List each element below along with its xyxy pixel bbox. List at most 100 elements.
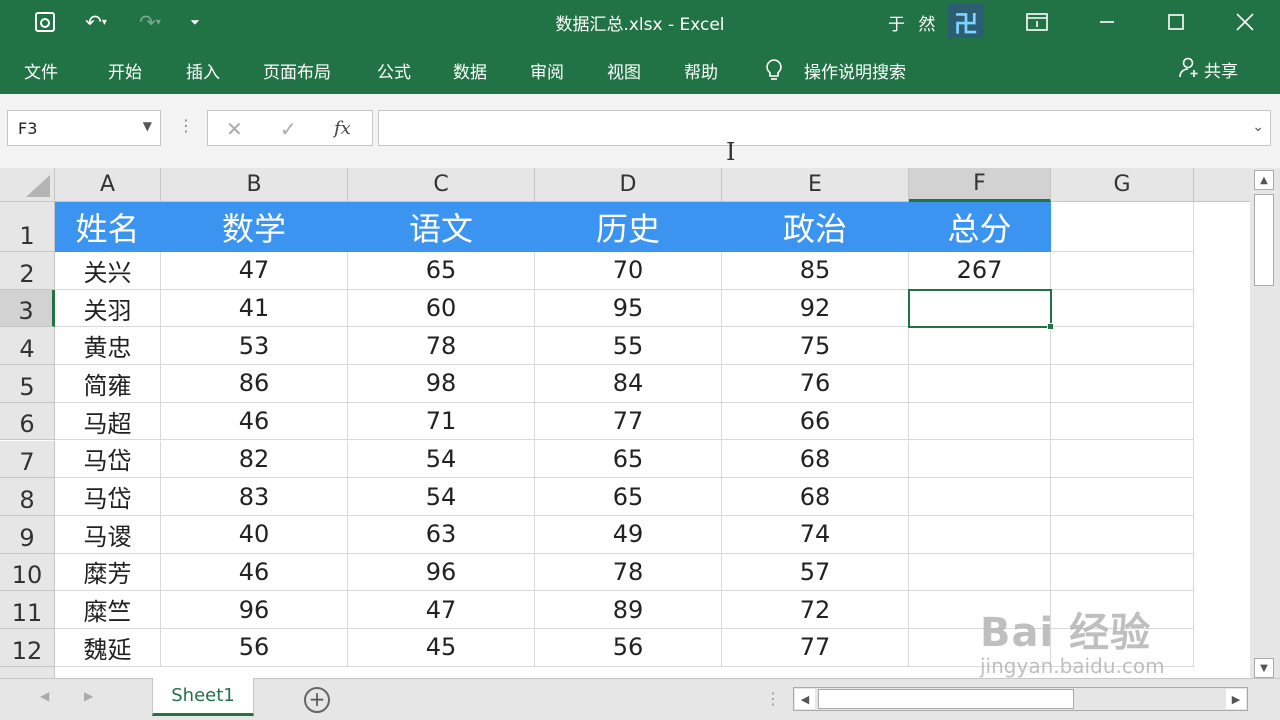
table-cell[interactable]: 47 <box>161 252 348 290</box>
table-cell[interactable] <box>1051 591 1194 629</box>
ribbon-display-options-icon[interactable] <box>1014 0 1060 44</box>
column-header-e[interactable]: E <box>722 168 909 202</box>
header-cell[interactable]: 政治 <box>722 202 909 252</box>
table-cell[interactable]: 77 <box>722 629 909 667</box>
table-cell[interactable]: 66 <box>722 402 909 441</box>
row-header-1[interactable]: 1 <box>0 202 55 252</box>
row-header-partial[interactable] <box>0 666 55 678</box>
table-cell[interactable]: 49 <box>535 515 722 554</box>
cancel-icon[interactable]: ✕ <box>226 117 243 141</box>
table-cell[interactable]: 47 <box>348 591 535 629</box>
table-cell[interactable]: 72 <box>722 591 909 629</box>
table-cell[interactable]: 65 <box>535 440 722 479</box>
table-cell[interactable]: 267 <box>909 252 1051 290</box>
row-header-10[interactable]: 10 <box>0 553 55 592</box>
table-cell[interactable]: 76 <box>722 365 909 403</box>
close-button[interactable] <box>1222 0 1268 44</box>
table-cell[interactable]: 78 <box>348 327 535 366</box>
tab-file[interactable]: 文件 <box>24 58 58 83</box>
maximize-button[interactable] <box>1153 0 1199 44</box>
table-cell[interactable] <box>909 327 1051 366</box>
select-all-button[interactable] <box>0 168 55 202</box>
vertical-scroll-thumb[interactable] <box>1254 194 1274 286</box>
table-cell[interactable] <box>909 591 1051 629</box>
table-cell[interactable]: 53 <box>161 327 348 366</box>
table-cell[interactable]: 85 <box>722 252 909 290</box>
header-cell[interactable]: 姓名 <box>55 202 161 252</box>
scroll-up-icon[interactable]: ▲ <box>1254 170 1274 190</box>
tab-review[interactable]: 审阅 <box>530 58 564 83</box>
horizontal-scroll-thumb[interactable] <box>818 689 1074 709</box>
row-header-6[interactable]: 6 <box>0 402 55 441</box>
row-header-12[interactable]: 12 <box>0 629 55 667</box>
table-cell[interactable]: 65 <box>348 252 535 290</box>
share-button[interactable]: 共享 <box>1178 56 1238 83</box>
table-cell[interactable]: 黄忠 <box>55 327 161 366</box>
column-header-g[interactable]: G <box>1051 168 1194 202</box>
table-cell[interactable]: 82 <box>161 440 348 479</box>
table-cell[interactable] <box>1051 327 1194 366</box>
enter-check-icon[interactable]: ✓ <box>280 117 297 141</box>
tab-page-layout[interactable]: 页面布局 <box>263 58 331 83</box>
table-cell[interactable] <box>1051 440 1194 479</box>
table-cell[interactable]: 马超 <box>55 402 161 441</box>
table-cell[interactable]: 65 <box>535 478 722 516</box>
table-cell[interactable]: 56 <box>161 629 348 667</box>
row-header-8[interactable]: 8 <box>0 478 55 516</box>
table-cell[interactable] <box>1051 478 1194 516</box>
chevron-down-icon[interactable]: ▼ <box>143 119 152 133</box>
add-sheet-icon[interactable]: + <box>304 687 330 713</box>
column-header-b[interactable]: B <box>161 168 348 202</box>
table-cell[interactable]: 98 <box>348 365 535 403</box>
row-header-4[interactable]: 4 <box>0 327 55 366</box>
sheet-tab-sheet1[interactable]: Sheet1 <box>152 678 254 716</box>
row-header-3[interactable]: 3 <box>0 289 55 328</box>
table-cell[interactable]: 95 <box>535 289 722 328</box>
header-cell[interactable]: 总分 <box>909 202 1051 252</box>
vertical-scrollbar[interactable]: ▲ ▼ <box>1250 168 1280 678</box>
table-cell[interactable] <box>909 365 1051 403</box>
table-cell[interactable] <box>909 440 1051 479</box>
splitter-handle[interactable]: ⋮ <box>178 116 194 135</box>
fill-handle[interactable] <box>1047 323 1054 331</box>
table-cell[interactable]: 78 <box>535 553 722 592</box>
table-cell[interactable] <box>909 629 1051 667</box>
row-header-9[interactable]: 9 <box>0 515 55 554</box>
table-cell[interactable]: 54 <box>348 440 535 479</box>
table-cell[interactable]: 68 <box>722 478 909 516</box>
table-cell[interactable]: 魏延 <box>55 629 161 667</box>
scroll-right-icon[interactable]: ▶ <box>1226 689 1246 709</box>
prev-sheet-icon[interactable]: ◀ <box>40 689 49 703</box>
table-cell[interactable] <box>1051 289 1194 328</box>
formula-input[interactable]: ⌄ <box>378 110 1271 146</box>
table-cell[interactable]: 55 <box>535 327 722 366</box>
table-cell[interactable]: 41 <box>161 289 348 328</box>
table-cell[interactable]: 60 <box>348 289 535 328</box>
table-cell[interactable] <box>1051 202 1194 252</box>
table-cell[interactable] <box>1051 515 1194 554</box>
table-cell[interactable] <box>909 553 1051 592</box>
tab-formulas[interactable]: 公式 <box>377 58 411 83</box>
table-cell[interactable]: 简雍 <box>55 365 161 403</box>
tab-insert[interactable]: 插入 <box>186 58 220 83</box>
table-cell[interactable]: 45 <box>348 629 535 667</box>
table-cell[interactable]: 77 <box>535 402 722 441</box>
avatar[interactable]: 卍 <box>948 4 984 38</box>
table-cell[interactable]: 96 <box>161 591 348 629</box>
table-cell[interactable]: 57 <box>722 553 909 592</box>
insert-function-icon[interactable]: fx <box>334 118 351 139</box>
table-cell[interactable]: 92 <box>722 289 909 328</box>
splitter-handle[interactable]: ⋮ <box>765 689 781 708</box>
tab-help[interactable]: 帮助 <box>684 58 718 83</box>
horizontal-scrollbar[interactable]: ◀ ▶ <box>793 687 1248 711</box>
table-cell[interactable] <box>909 402 1051 441</box>
table-cell[interactable]: 89 <box>535 591 722 629</box>
table-cell[interactable] <box>1051 252 1194 290</box>
table-cell[interactable]: 96 <box>348 553 535 592</box>
table-cell[interactable]: 40 <box>161 515 348 554</box>
column-header-f[interactable]: F <box>909 168 1051 202</box>
table-cell[interactable]: 马谡 <box>55 515 161 554</box>
expand-formula-bar-icon[interactable]: ⌄ <box>1252 119 1264 135</box>
tell-me-search[interactable]: 操作说明搜索 <box>804 58 906 83</box>
table-cell[interactable]: 关羽 <box>55 289 161 328</box>
